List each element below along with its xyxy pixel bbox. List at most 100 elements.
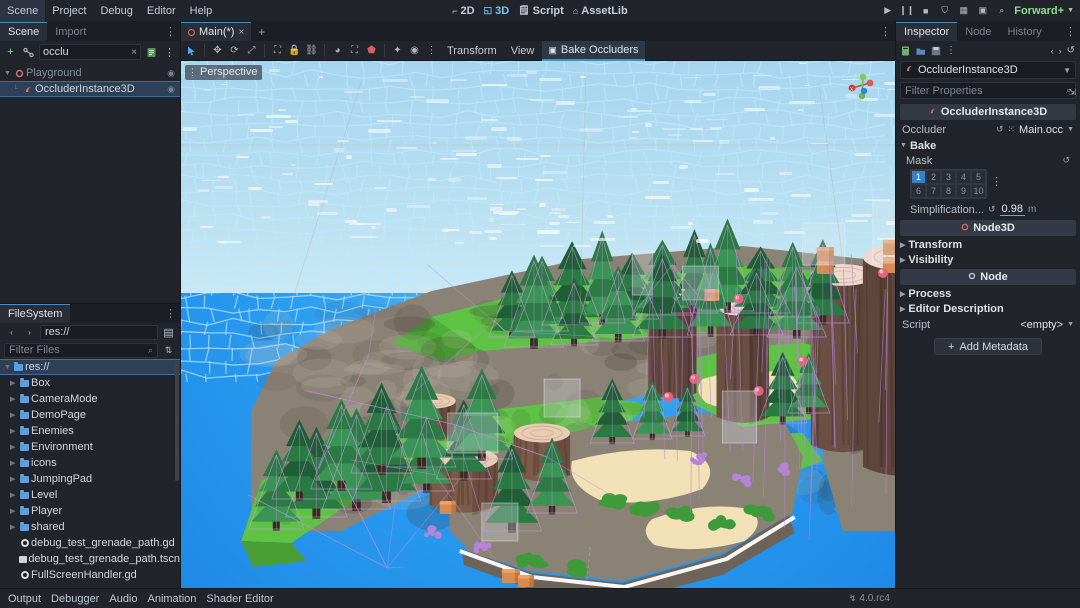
mask-cell-9[interactable]: 9 bbox=[956, 184, 971, 198]
mask-cell-8[interactable]: 8 bbox=[941, 184, 956, 198]
movie-icon[interactable]: ▦ bbox=[957, 4, 970, 17]
filesystem-path-value[interactable]: res:// bbox=[40, 325, 158, 340]
close-icon[interactable]: × bbox=[238, 27, 244, 38]
nav-forward-icon[interactable]: › bbox=[22, 325, 37, 340]
add-node-icon[interactable]: + bbox=[3, 45, 18, 60]
mask-cell-6[interactable]: 6 bbox=[911, 184, 926, 198]
scale-mode-icon[interactable]: ⤢ bbox=[244, 43, 259, 58]
property-simplification-distance[interactable]: Simplification... ↺ 0.98 m bbox=[896, 201, 1080, 218]
local-space-icon[interactable]: ◕ bbox=[330, 43, 345, 58]
camera-icon[interactable]: ▣ bbox=[976, 4, 989, 17]
chevron-right-icon[interactable]: ▶ bbox=[10, 443, 18, 451]
nav-back-icon[interactable]: ‹ bbox=[4, 325, 19, 340]
bottom-panel-audio[interactable]: Audio bbox=[109, 593, 137, 605]
sort-icon[interactable]: ⇅ bbox=[161, 343, 176, 358]
group-bake[interactable]: ▼ Bake bbox=[896, 138, 1080, 153]
camera-preview-icon[interactable]: ⬟ bbox=[364, 43, 379, 58]
filesystem-item[interactable]: ▶Level bbox=[0, 487, 180, 503]
attach-script-icon[interactable] bbox=[144, 45, 159, 60]
mask-cell-5[interactable]: 5 bbox=[971, 170, 986, 184]
new-resource-icon[interactable] bbox=[901, 46, 911, 56]
chevron-down-icon[interactable]: ▼ bbox=[1067, 126, 1074, 133]
scene-dock-menu-icon[interactable]: ⋮ bbox=[165, 22, 176, 41]
play-scene-icon[interactable]: ⛉ bbox=[938, 4, 951, 17]
tab-3d[interactable]: ◱ 3D bbox=[484, 5, 510, 17]
filesystem-item[interactable]: ▶icons bbox=[0, 455, 180, 471]
filesystem-scrollbar[interactable] bbox=[175, 361, 179, 481]
add-metadata-button[interactable]: + Add Metadata bbox=[934, 338, 1042, 355]
remote-debug-icon[interactable]: ⌕ bbox=[995, 4, 1008, 17]
mask-cell-7[interactable]: 7 bbox=[926, 184, 941, 198]
chevron-down-icon[interactable]: ▼ bbox=[4, 70, 13, 77]
tree-row-playground[interactable]: ▼ Playground ◉ bbox=[0, 65, 180, 81]
filesystem-item[interactable]: ▶Enemies bbox=[0, 423, 180, 439]
stop-icon[interactable]: ■ bbox=[919, 4, 932, 17]
section-header-node3d[interactable]: Node3D bbox=[900, 220, 1076, 236]
mask-options-icon[interactable]: ⋮ bbox=[991, 169, 1002, 188]
lock-icon[interactable]: 🔒 bbox=[287, 43, 302, 58]
bottom-panel-shader-editor[interactable]: Shader Editor bbox=[206, 593, 273, 605]
filesystem-item[interactable]: ▶CameraMode bbox=[0, 391, 180, 407]
unlock-icon[interactable]: ⛓ bbox=[304, 43, 319, 58]
bake-occluders-button[interactable]: ▣ Bake Occluders bbox=[542, 41, 644, 61]
revert-icon[interactable]: ↺ bbox=[988, 204, 996, 215]
load-resource-icon[interactable] bbox=[916, 46, 926, 56]
snap-icon[interactable]: ⛶ bbox=[347, 43, 362, 58]
bottom-panel-output[interactable]: Output bbox=[8, 593, 41, 605]
chevron-right-icon[interactable]: ▶ bbox=[10, 379, 18, 387]
tab-history[interactable]: History bbox=[1000, 22, 1050, 41]
chevron-right-icon[interactable]: ▶ bbox=[10, 507, 18, 515]
version-indicator[interactable]: ↯ 4.0.rc4 bbox=[849, 593, 890, 604]
scene-tab-main[interactable]: Main(*) × bbox=[181, 22, 251, 41]
filesystem-item[interactable]: ▼res:// bbox=[0, 359, 180, 375]
move-mode-icon[interactable]: ✥ bbox=[210, 43, 225, 58]
menu-editor[interactable]: Editor bbox=[140, 0, 183, 22]
chevron-down-icon[interactable]: ▼ bbox=[1063, 66, 1071, 75]
history-icon[interactable]: ↺ bbox=[1067, 45, 1075, 56]
mask-cell-1[interactable]: 1 bbox=[911, 170, 926, 184]
property-mask[interactable]: Mask ↺ bbox=[896, 153, 1080, 168]
view-menu[interactable]: View bbox=[505, 41, 541, 61]
chevron-right-icon[interactable]: ▶ bbox=[10, 475, 18, 483]
menu-debug[interactable]: Debug bbox=[93, 0, 139, 22]
expand-all-icon[interactable]: ⇲ bbox=[1068, 87, 1076, 98]
scene-tabs-menu-icon[interactable]: ⋮ bbox=[880, 22, 891, 41]
menu-project[interactable]: Project bbox=[45, 0, 93, 22]
tab-inspector[interactable]: Inspector bbox=[896, 22, 957, 41]
viewport-perspective-label[interactable]: ⋮ Perspective bbox=[185, 65, 262, 80]
chevron-right-icon[interactable]: ▶ bbox=[10, 395, 18, 403]
filesystem-item[interactable]: FullScreenHandler.gd bbox=[0, 567, 180, 583]
filesystem-item[interactable]: ▶JumpingPad bbox=[0, 471, 180, 487]
visibility-eye-icon[interactable]: ◉ bbox=[167, 84, 175, 95]
resource-icon[interactable]: ⁙ bbox=[1007, 124, 1015, 135]
select-mode-icon[interactable] bbox=[184, 43, 199, 58]
add-light-icon[interactable]: ✦ bbox=[390, 43, 405, 58]
filesystem-item[interactable]: ▶Player bbox=[0, 503, 180, 519]
instance-scene-icon[interactable] bbox=[21, 45, 36, 60]
filesystem-dock-menu-icon[interactable]: ⋮ bbox=[165, 304, 176, 323]
bottom-panel-debugger[interactable]: Debugger bbox=[51, 593, 99, 605]
viewport-options-icon[interactable]: ⋮ bbox=[424, 43, 439, 58]
mask-cell-3[interactable]: 3 bbox=[941, 170, 956, 184]
3d-viewport[interactable]: ⋮ Perspective X bbox=[181, 61, 895, 588]
inspector-options-icon[interactable]: ⋮ bbox=[946, 45, 956, 56]
tab-import[interactable]: Import bbox=[47, 22, 94, 41]
filesystem-item[interactable]: ▶Environment bbox=[0, 439, 180, 455]
chevron-right-icon[interactable]: ▼ bbox=[4, 364, 12, 371]
section-header-occluderinstance3d[interactable]: OccluderInstance3D bbox=[900, 104, 1076, 120]
group-transform[interactable]: ▶ Transform bbox=[896, 237, 1080, 252]
tab-scene[interactable]: Scene bbox=[0, 22, 47, 41]
group-process[interactable]: ▶ Process bbox=[896, 286, 1080, 301]
history-forward-icon[interactable]: › bbox=[1059, 46, 1062, 56]
mask-cell-4[interactable]: 4 bbox=[956, 170, 971, 184]
visibility-eye-icon[interactable]: ◉ bbox=[167, 68, 175, 79]
revert-icon[interactable]: ↺ bbox=[996, 124, 1004, 135]
filesystem-filter-input[interactable]: Filter Files ⌕ bbox=[4, 343, 158, 358]
chevron-right-icon[interactable]: ▶ bbox=[10, 523, 18, 531]
close-icon[interactable]: × bbox=[131, 47, 137, 58]
property-occluder[interactable]: Occluder ↺ ⁙ Main.occ ▼ bbox=[896, 121, 1080, 138]
menu-help[interactable]: Help bbox=[183, 0, 220, 22]
renderer-dropdown[interactable]: Forward+ ▼ bbox=[1014, 5, 1074, 17]
add-scene-button[interactable]: + bbox=[251, 22, 272, 41]
tab-script[interactable]: 🗒 Script bbox=[518, 5, 564, 17]
